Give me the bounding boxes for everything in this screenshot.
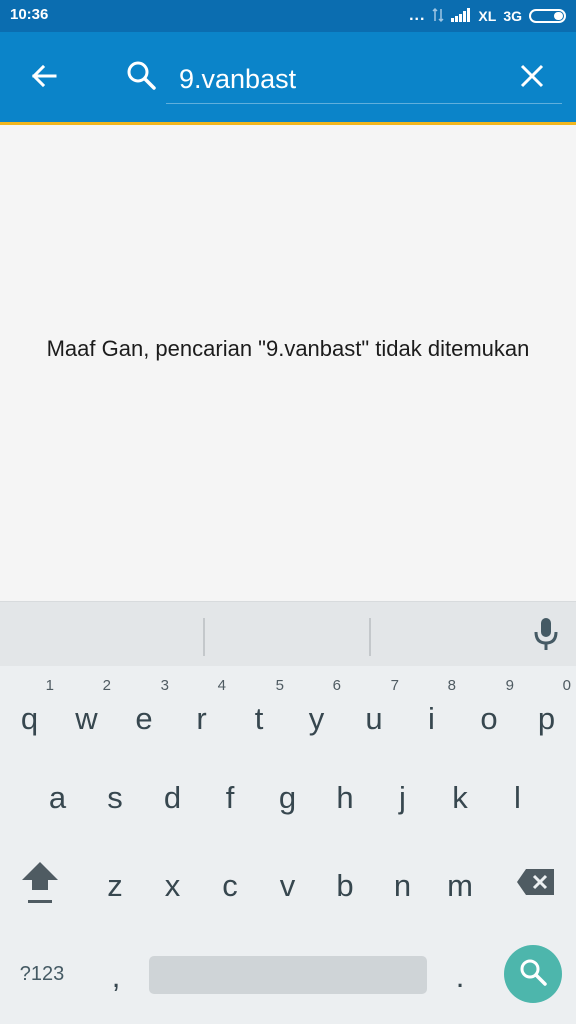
comma-key[interactable]: ,: [92, 941, 140, 1013]
key-label: k: [452, 780, 468, 815]
key-p[interactable]: 0 p: [518, 672, 575, 750]
key-label: j: [399, 780, 406, 815]
key-u[interactable]: 7 u: [345, 672, 403, 750]
key-label: m: [447, 868, 473, 903]
key-label: s: [107, 780, 123, 815]
key-label: ,: [111, 959, 121, 994]
suggestion-divider: [369, 618, 371, 656]
key-label: y: [308, 701, 325, 736]
network-type-label: 3G: [503, 8, 522, 24]
search-action-key[interactable]: [504, 945, 562, 1003]
key-d[interactable]: d: [144, 761, 201, 835]
key-label: a: [48, 780, 67, 815]
key-label: o: [480, 701, 498, 736]
key-label: d: [163, 780, 182, 815]
soft-keyboard: 1 q 2 w 3 e 4 r 5 t 6 y 7 u 8 i 9 o 0 p …: [0, 601, 576, 1024]
key-hint: 9: [505, 677, 514, 694]
data-arrows-icon: [432, 7, 444, 26]
status-bar: 10:36 ... XL 3G: [0, 0, 576, 32]
arrow-left-icon: [30, 62, 58, 94]
key-y[interactable]: 6 y: [288, 672, 345, 750]
space-bar[interactable]: [149, 956, 427, 994]
shift-key[interactable]: [10, 849, 70, 923]
key-n[interactable]: n: [374, 849, 431, 923]
shift-icon: [20, 858, 60, 914]
key-m[interactable]: m: [431, 849, 489, 923]
status-icons: ... XL 3G: [409, 6, 566, 26]
suggestion-divider: [203, 618, 205, 656]
search-input[interactable]: [166, 54, 562, 104]
key-q[interactable]: 1 q: [1, 672, 58, 750]
key-r[interactable]: 4 r: [173, 672, 230, 750]
key-c[interactable]: c: [201, 849, 259, 923]
key-e[interactable]: 3 e: [115, 672, 173, 750]
key-i[interactable]: 8 i: [403, 672, 460, 750]
key-j[interactable]: j: [374, 761, 431, 835]
key-label: w: [75, 701, 98, 736]
close-icon: [519, 63, 545, 93]
status-time: 10:36: [10, 6, 49, 23]
key-b[interactable]: b: [316, 849, 374, 923]
key-hint: 2: [102, 677, 111, 694]
key-label: p: [537, 701, 556, 736]
search-icon-container: [122, 58, 160, 96]
key-a[interactable]: a: [29, 761, 86, 835]
key-t[interactable]: 5 t: [230, 672, 288, 750]
key-label: g: [278, 780, 297, 815]
back-button[interactable]: [24, 58, 64, 98]
key-label: u: [365, 701, 383, 736]
key-label: t: [254, 701, 264, 736]
key-z[interactable]: z: [86, 849, 144, 923]
key-v[interactable]: v: [259, 849, 316, 923]
search-results-area: Maaf Gan, pencarian "9.vanbast" tidak di…: [0, 125, 576, 601]
key-label: i: [428, 701, 435, 736]
key-k[interactable]: k: [431, 761, 489, 835]
key-label: ?123: [19, 962, 65, 985]
backspace-icon: [516, 868, 556, 904]
key-hint: 3: [160, 677, 169, 694]
key-w[interactable]: 2 w: [58, 672, 115, 750]
suggestion-strip: [0, 601, 576, 666]
battery-icon: [529, 9, 566, 23]
period-key[interactable]: .: [436, 941, 484, 1013]
key-label: b: [336, 868, 354, 903]
carrier-label: XL: [478, 8, 497, 24]
voice-input-button[interactable]: [526, 616, 566, 656]
notification-dots: ...: [409, 7, 426, 24]
mic-icon: [534, 617, 558, 655]
key-s[interactable]: s: [86, 761, 144, 835]
key-label: h: [336, 780, 354, 815]
key-label: q: [20, 701, 39, 736]
empty-results-message: Maaf Gan, pencarian "9.vanbast" tidak di…: [46, 336, 530, 361]
key-label: r: [196, 701, 207, 736]
key-l[interactable]: l: [489, 761, 546, 835]
search-icon: [518, 957, 548, 991]
key-label: n: [393, 868, 412, 903]
signal-icon: [451, 7, 471, 25]
key-o[interactable]: 9 o: [460, 672, 518, 750]
key-label: x: [164, 868, 181, 903]
key-hint: 5: [275, 677, 284, 694]
key-label: e: [135, 701, 153, 736]
key-label: l: [514, 780, 521, 815]
key-label: v: [279, 868, 296, 903]
clear-search-button[interactable]: [512, 58, 552, 98]
key-hint: 4: [217, 677, 226, 694]
key-f[interactable]: f: [201, 761, 259, 835]
key-label: c: [222, 868, 238, 903]
search-icon: [125, 59, 157, 95]
key-hint: 0: [562, 677, 571, 694]
backspace-key[interactable]: [506, 849, 566, 923]
key-h[interactable]: h: [316, 761, 374, 835]
key-label: z: [107, 868, 123, 903]
key-hint: 8: [447, 677, 456, 694]
key-label: f: [225, 780, 235, 815]
key-hint: 1: [45, 677, 54, 694]
key-g[interactable]: g: [259, 761, 316, 835]
symbols-key[interactable]: ?123: [6, 941, 78, 1007]
key-hint: 7: [390, 677, 399, 694]
key-x[interactable]: x: [144, 849, 201, 923]
key-label: .: [455, 959, 465, 994]
key-hint: 6: [332, 677, 341, 694]
